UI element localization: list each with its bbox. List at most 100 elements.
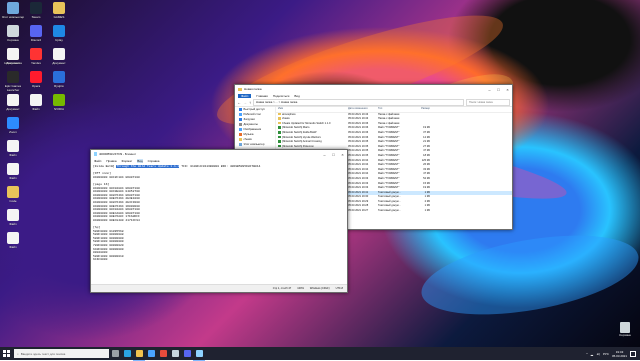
ribbon-tab-home[interactable]: Главная <box>256 94 267 98</box>
desktop-icon[interactable]: Ryujinx <box>47 71 71 88</box>
nav-item-icon <box>239 117 242 121</box>
forward-arrow-icon[interactable]: → <box>243 100 247 105</box>
nav-item-icon <box>239 142 242 146</box>
network-icon[interactable]: ▂ <box>591 352 593 356</box>
taskbar-app-steam[interactable] <box>169 347 181 360</box>
taskbar: ⌕ Введите здесь текст для поиска ^ ▂ ◄) … <box>0 347 640 361</box>
desktop-icon[interactable]: Этот компьютер <box>1 2 25 19</box>
taskbar-app-edge[interactable] <box>121 347 133 360</box>
desktop-icon[interactable]: Uplay <box>47 25 71 42</box>
app-icon <box>30 48 42 60</box>
desktop-icon[interactable]: GAMES <box>47 2 71 19</box>
app-icon <box>30 2 42 14</box>
desktop-icon[interactable]: Файл <box>1 163 25 180</box>
desktop-icon[interactable]: Документ <box>1 94 25 111</box>
status-encoding: UTF-8 <box>335 287 343 290</box>
menu-item[interactable]: Файл <box>94 159 101 163</box>
desktop-icon[interactable]: Документ <box>47 48 71 65</box>
file-name: [Nintendo Switch] Mario <box>282 126 310 130</box>
column-date[interactable]: Дата изменения <box>348 107 378 112</box>
nav-item[interactable]: Этот компьютер <box>235 142 275 147</box>
ribbon-tab-share[interactable]: Поделиться <box>273 94 290 98</box>
taskbar-app-chrome[interactable] <box>157 347 169 360</box>
desktop-icon[interactable]: Steam <box>24 2 48 19</box>
close-button[interactable]: × <box>338 150 347 158</box>
desktop-icon[interactable]: Документ <box>1 48 25 65</box>
nav-item-icon <box>239 107 242 111</box>
recycle-bin-label: Корзина <box>619 333 631 337</box>
ribbon-tab-view[interactable]: Вид <box>294 94 299 98</box>
recycle-bin-icon <box>620 322 630 333</box>
app-icon <box>30 71 42 83</box>
taskbar-app-task-view[interactable] <box>109 347 121 360</box>
explorer-address-row: ← → ↑ Новая папка > ... > Новая папка По… <box>235 99 512 107</box>
nav-item-icon <box>239 137 242 141</box>
maximize-button[interactable]: □ <box>494 85 503 93</box>
text-line: 6C4F0000 <box>93 258 108 262</box>
address-bar[interactable]: Новая папка > ... > Новая папка <box>253 99 464 106</box>
search-input[interactable]: Поиск: Новая папка <box>466 99 510 106</box>
desktop-icon[interactable]: Корзина <box>1 25 25 42</box>
explorer-titlebar[interactable]: Новая папка – □ × <box>235 85 512 93</box>
file-name: [Nintendo Switch] Pokemon <box>282 144 314 148</box>
desktop-icon[interactable]: Epic Games Launcher <box>1 71 25 92</box>
menu-item[interactable]: Правка <box>106 159 116 163</box>
folder-file-icon <box>278 117 281 120</box>
menu-item[interactable]: Вид <box>137 159 143 163</box>
text-segment: TID: 0100F2C0116B0000 BID: 4069B5095D8F7… <box>179 165 261 168</box>
notepad-titlebar[interactable]: 40000BSF2F7D9 - Блокнот – □ × <box>91 150 347 158</box>
app-icon <box>7 25 19 37</box>
close-button[interactable]: × <box>503 85 512 93</box>
desktop-icon[interactable]: Файл <box>1 209 25 226</box>
status-zoom: 100% <box>297 287 304 290</box>
desktop-icon[interactable]: Discord <box>24 25 48 42</box>
language-indicator[interactable]: РУС <box>603 352 609 356</box>
app-icon <box>7 186 19 198</box>
desktop-icon-label: Файл <box>9 245 17 249</box>
notepad-text-area[interactable]: [Zelda BotW] Through the Wild Tears Upda… <box>91 164 347 285</box>
torrent-file-icon <box>278 144 281 148</box>
file-name: [Nintendo Switch] Zelda BotW <box>282 130 317 134</box>
taskbar-search[interactable]: ⌕ Введите здесь текст для поиска <box>14 349 109 358</box>
minimize-button[interactable]: – <box>485 85 494 93</box>
taskbar-app-discord[interactable] <box>181 347 193 360</box>
edge-icon <box>123 349 131 357</box>
desktop-icon[interactable]: Code <box>1 186 25 203</box>
volume-icon[interactable]: ◄) <box>596 352 600 356</box>
desktop-icon[interactable]: Файл <box>1 140 25 157</box>
recycle-bin[interactable]: Корзина <box>614 322 636 337</box>
desktop-icon[interactable]: Yandex <box>24 48 48 65</box>
minimize-button[interactable]: – <box>320 150 329 158</box>
clock[interactable]: 19:43 05.03.2021 <box>612 350 627 358</box>
app-icon <box>7 232 19 244</box>
desktop-icon[interactable]: Opera <box>24 71 48 88</box>
chevron-up-icon[interactable]: ^ <box>586 352 587 356</box>
desktop-icon[interactable]: Файл <box>24 94 48 111</box>
desktop-icon-label: Zoom <box>9 130 17 134</box>
text-segment: [Zelda BotW] <box>93 165 117 168</box>
app-icon <box>7 71 19 83</box>
app-icon <box>7 209 19 221</box>
column-name[interactable]: Имя <box>276 107 348 112</box>
up-arrow-icon[interactable]: ↑ <box>249 100 251 105</box>
taskbar-app-explorer[interactable] <box>133 347 145 361</box>
desktop-icon[interactable]: NVIDIA <box>47 94 71 111</box>
desktop-icon[interactable]: Файл <box>1 232 25 249</box>
nav-item-icon <box>239 132 242 136</box>
column-size[interactable]: Размер <box>410 107 430 112</box>
menu-item[interactable]: Формат <box>122 159 133 163</box>
notifications-icon[interactable] <box>630 350 636 357</box>
desktop-icon-label: Файл <box>9 222 17 226</box>
file-name: [Nintendo Switch] Animal Crossing <box>282 140 322 144</box>
start-button[interactable] <box>0 347 13 360</box>
column-type[interactable]: Тип <box>378 107 410 112</box>
taskbar-app-notepad[interactable] <box>193 347 205 361</box>
desktop-icon-label: Файл <box>32 107 40 111</box>
menu-item[interactable]: Справка <box>148 159 160 163</box>
maximize-button[interactable]: □ <box>329 150 338 158</box>
desktop-icon[interactable]: Zoom <box>1 117 25 134</box>
back-arrow-icon[interactable]: ← <box>237 100 241 105</box>
ribbon-tab-file[interactable]: Файл <box>238 94 252 98</box>
taskbar-app-store[interactable] <box>145 347 157 360</box>
desktop-icon-label: Code <box>9 199 17 203</box>
